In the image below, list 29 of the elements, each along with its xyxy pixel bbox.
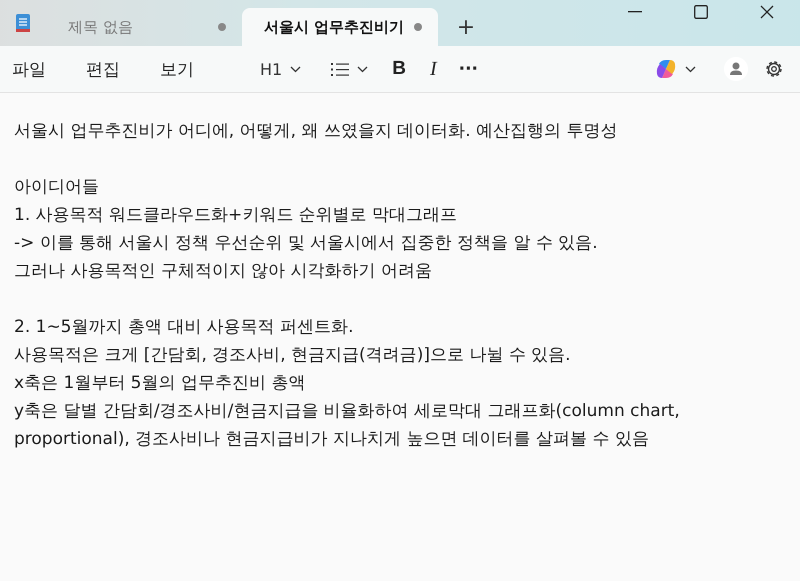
text-line: 서울시 업무추진비가 어디에, 어떻게, 왜 쓰였을지 데이터화. 예산집행의 투명성 (14, 120, 618, 143)
menu-item[interactable]: 편집 (78, 52, 128, 86)
text-line: x축은 1월부터 5월의 업무추진비 총액 (14, 372, 306, 395)
new-tab-button[interactable]: + (446, 8, 486, 46)
italic-button[interactable]: I (422, 52, 445, 86)
settings-icon (764, 59, 784, 79)
chevron-down-icon (685, 66, 696, 72)
list-icon (331, 62, 350, 76)
minimize-icon (628, 11, 642, 13)
text-line: 2. 1~5월까지 총액 대비 사용목적 퍼센트화. (14, 316, 355, 339)
menu-item[interactable]: 파일 (4, 52, 54, 86)
chevron-down-icon (290, 66, 302, 72)
text-line: 사용목적은 크게 [간담회, 경조사비, 현금지급(격려금)]으로 나뉠 수 있음. (14, 344, 572, 367)
text-line: 1. 사용목적 워드클라우드화+키워드 순위별로 막대그래프 (14, 204, 458, 227)
more-button[interactable]: ··· (450, 52, 486, 86)
heading-dropdown[interactable]: H1 (252, 52, 310, 86)
maximize-icon (694, 5, 708, 19)
avatar-icon (724, 57, 748, 81)
menu-item[interactable]: 보기 (152, 52, 202, 86)
text-line: 그러나 사용목적인 구체적이지 않아 시각화하기 어려움 (14, 260, 434, 283)
bold-button[interactable]: B (384, 52, 414, 86)
close-icon (760, 5, 774, 19)
text-line: y축은 달별 간담회/경조사비/현금지급을 비율화하여 세로막대 그래프화(column chart, proportional), 경조사비나 현금지급비가 지나치게 높으면 데이터를 살펴볼 수 있음 (14, 400, 681, 451)
notepad-icon (15, 13, 31, 33)
copilot-icon (655, 58, 677, 80)
chevron-down-icon (357, 66, 368, 72)
tab[interactable]: 서울시 업무추진비기 (242, 8, 438, 46)
text-line: 아이디어들 (14, 176, 100, 199)
text-line: -> 이를 통해 서울시 정책 우선순위 및 서울시에서 집중한 정책을 알 수 있음. (14, 232, 599, 255)
